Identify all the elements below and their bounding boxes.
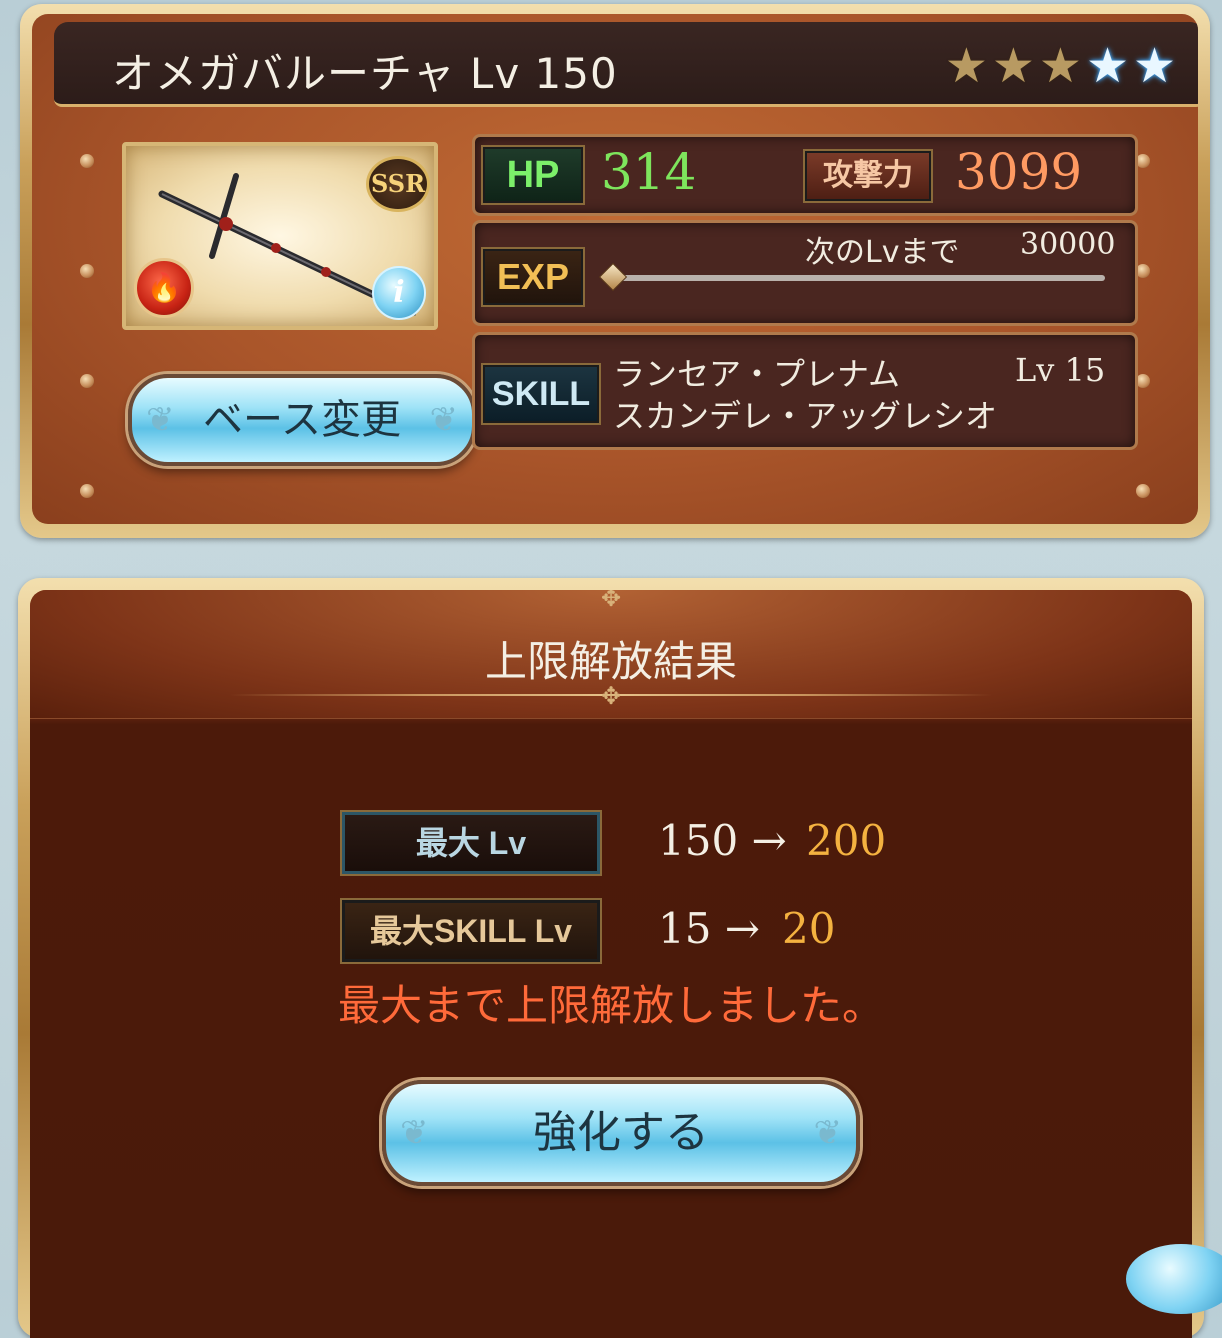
- uncap-stars: ★ ★ ★ ★ ★: [945, 42, 1176, 90]
- fire-element-icon: 🔥: [134, 258, 194, 318]
- skill-name-line2: スカンデレ・アッグレシオ: [613, 397, 998, 435]
- star-icon-gold: ★: [1038, 38, 1082, 94]
- attack-value: 3099: [955, 143, 1083, 201]
- rivet-decoration: [1136, 264, 1150, 278]
- skill-level: Lv 15: [1015, 351, 1106, 389]
- rivet-decoration: [1136, 484, 1150, 498]
- weapon-title: オメガバルーチャ Lv 150: [112, 49, 618, 98]
- star-icon-blue: ★: [1132, 38, 1176, 94]
- hp-label: HP: [481, 145, 585, 205]
- exp-progress-bar: [615, 275, 1105, 281]
- skill-name-line1: ランセア・プレナム: [613, 355, 901, 393]
- rivet-decoration: [80, 484, 94, 498]
- max-skill-level-from: 15 →: [658, 904, 760, 953]
- ornament-icon: ✥: [600, 590, 622, 612]
- weapon-image-card[interactable]: SSR 🔥 i: [122, 142, 438, 330]
- uncap-result-card-body: ✥ 上限解放結果 ✥ 最大 Lv 150 → 200 最大SKILL Lv 15…: [30, 590, 1192, 1338]
- attack-label: 攻撃力: [803, 149, 933, 203]
- max-skill-level-to: 20: [782, 904, 836, 953]
- skill-label: SKILL: [481, 363, 601, 425]
- rivet-decoration: [1136, 154, 1150, 168]
- result-title: 上限解放結果: [484, 637, 737, 686]
- max-level-from: 150 →: [658, 816, 787, 865]
- info-icon[interactable]: i: [372, 266, 426, 320]
- next-level-exp-value: 30000: [1020, 227, 1116, 262]
- rivet-decoration: [80, 374, 94, 388]
- rivet-decoration: [80, 154, 94, 168]
- enhance-button[interactable]: ❦ 強化する ❦: [382, 1080, 860, 1186]
- scroll-ornament-icon: ❦: [146, 400, 175, 440]
- max-level-label: 最大 Lv: [342, 812, 600, 874]
- exp-gem-icon: [598, 262, 628, 292]
- ssr-rarity-badge: SSR: [366, 156, 430, 212]
- weapon-status-card-body: オメガバルーチャ Lv 150 ★ ★ ★ ★ ★ SSR 🔥 i ❦ ベース変…: [32, 14, 1198, 524]
- exp-panel: EXP 次のLvまで 30000: [472, 220, 1138, 326]
- scroll-ornament-icon: ❦: [813, 1113, 843, 1153]
- hp-atk-panel: HP 314 攻撃力 3099: [472, 134, 1138, 216]
- rivet-decoration: [80, 264, 94, 278]
- base-change-button[interactable]: ❦ ベース変更 ❦: [128, 374, 476, 466]
- base-change-label: ベース変更: [203, 397, 401, 443]
- result-header: ✥ 上限解放結果 ✥: [30, 590, 1192, 719]
- next-level-label: 次のLvまで: [805, 235, 960, 270]
- uncap-complete-message: 最大まで上限解放しました。: [337, 981, 884, 1030]
- enhance-label: 強化する: [533, 1107, 709, 1158]
- rivet-decoration: [1136, 374, 1150, 388]
- max-level-to: 200: [806, 816, 887, 865]
- skill-panel: SKILL ランセア・プレナム Lv 15 スカンデレ・アッグレシオ: [472, 332, 1138, 450]
- title-bar: オメガバルーチャ Lv 150 ★ ★ ★ ★ ★: [54, 22, 1198, 107]
- star-icon-gold: ★: [944, 38, 988, 94]
- exp-label: EXP: [481, 247, 585, 307]
- scroll-ornament-icon: ❦: [400, 1113, 429, 1153]
- weapon-status-card: オメガバルーチャ Lv 150 ★ ★ ★ ★ ★ SSR 🔥 i ❦ ベース変…: [20, 4, 1210, 538]
- scroll-ornament-icon: ❦: [429, 400, 459, 440]
- ornament-icon: ✥: [600, 682, 622, 710]
- uncap-result-card: ✥ 上限解放結果 ✥ 最大 Lv 150 → 200 最大SKILL Lv 15…: [18, 578, 1204, 1338]
- star-icon-blue: ★: [1085, 38, 1129, 94]
- max-skill-level-label: 最大SKILL Lv: [342, 900, 600, 962]
- hp-value: 314: [601, 143, 697, 201]
- star-icon-gold: ★: [991, 38, 1035, 94]
